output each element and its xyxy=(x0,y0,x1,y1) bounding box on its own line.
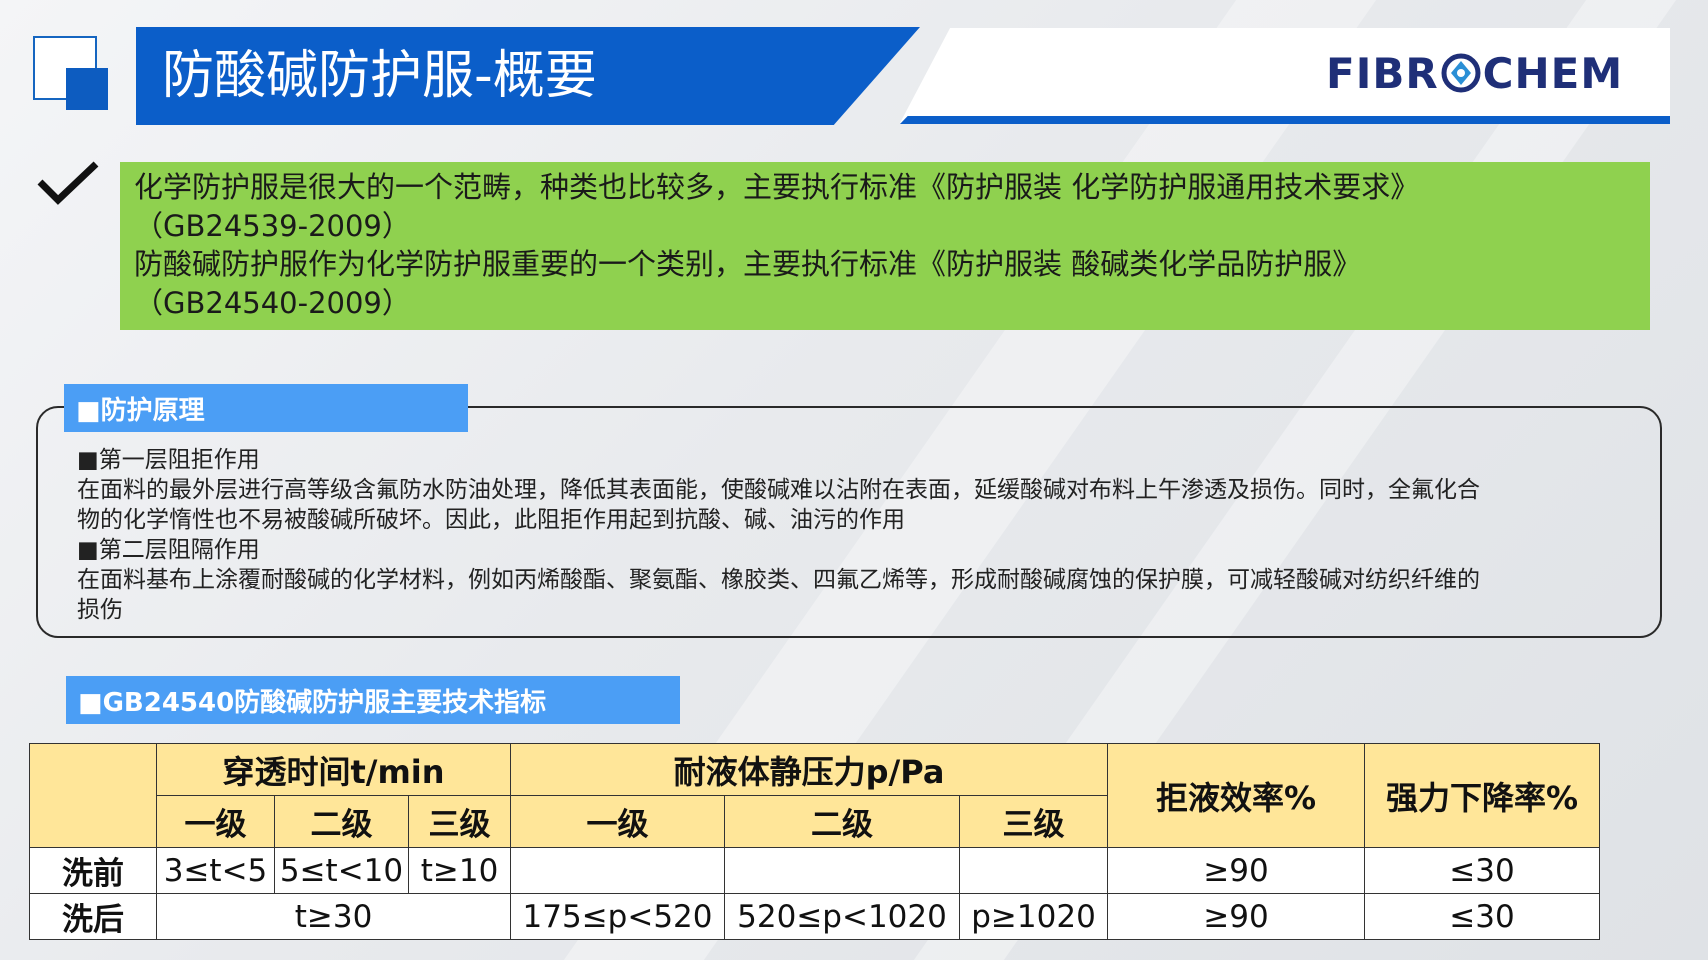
logo-o-emblem-icon xyxy=(1441,53,1481,93)
fibrochem-logo: FIBR CHEM xyxy=(1326,48,1623,98)
cell-strength: ≤30 xyxy=(1364,893,1601,940)
row-label-after-wash: 洗后 xyxy=(29,893,157,940)
principle-paragraph: 损伤 xyxy=(77,597,123,623)
header-pen-level-1: 一级 xyxy=(156,795,275,848)
intro-line: 防酸碱防护服作为化学防护服重要的一个类别，主要执行标准《防护服装 酸碱类化学品防… xyxy=(134,247,1362,281)
principle-paragraph: 物的化学惰性也不易被酸碱所破坏。因此，此阻拒作用起到抗酸、碱、油污的作用 xyxy=(77,507,905,533)
cell-pres-3 xyxy=(959,847,1109,894)
principle-tag: ■防护原理 xyxy=(64,384,468,432)
principle-paragraph: 在面料的最外层进行高等级含氟防水防油处理，降低其表面能，使酸碱难以沾附在表面，延… xyxy=(77,477,1480,503)
header-strength-loss: 强力下降率% xyxy=(1364,743,1601,848)
principle-text: ■第一层阻拒作用 在面料的最外层进行高等级含氟防水防油处理，降低其表面能，使酸碱… xyxy=(77,445,1617,625)
principle-paragraph: 在面料基布上涂覆耐酸碱的化学材料，例如丙烯酸酯、聚氨酯、橡胶类、四氟乙烯等，形成… xyxy=(77,567,1480,593)
spec-table: 穿透时间t/min 耐液体静压力p/Pa 拒液效率% 强力下降率% 一级 二级 … xyxy=(29,743,1601,940)
checkmark-icon xyxy=(37,161,99,205)
header-hydrostatic-pressure: 耐液体静压力p/Pa xyxy=(510,743,1109,796)
header-repellency: 拒液效率% xyxy=(1107,743,1366,848)
cell-pen-3: t≥10 xyxy=(407,847,512,894)
cell-pres-1 xyxy=(510,847,726,894)
cell-strength: ≤30 xyxy=(1364,847,1601,894)
spec-tag: ■GB24540防酸碱防护服主要技术指标 xyxy=(66,676,680,724)
table-row: 洗后 t≥30 175≤p<520 520≤p<1020 p≥1020 ≥90 … xyxy=(29,893,1601,940)
cell-pres-2 xyxy=(724,847,961,894)
table-corner-cell xyxy=(29,743,157,848)
logo-text-left: FIBR xyxy=(1326,48,1439,98)
standards-summary-box: 化学防护服是很大的一个范畴，种类也比较多，主要执行标准《防护服装 化学防护服通用… xyxy=(120,162,1650,330)
logo-text-right: CHEM xyxy=(1482,48,1624,98)
cell-pres-2: 520≤p<1020 xyxy=(724,893,961,940)
table-row: 洗前 3≤t<5 5≤t<10 t≥10 ≥90 ≤30 xyxy=(29,847,1601,894)
cell-pres-3: p≥1020 xyxy=(959,893,1109,940)
header-pres-level-1: 一级 xyxy=(510,795,726,848)
cell-repellency: ≥90 xyxy=(1107,893,1366,940)
header-pres-level-3: 三级 xyxy=(959,795,1109,848)
intro-line: （GB24540-2009） xyxy=(134,285,411,320)
header-pres-level-2: 二级 xyxy=(724,795,961,848)
intro-line: 化学防护服是很大的一个范畴，种类也比较多，主要执行标准《防护服装 化学防护服通用… xyxy=(134,170,1420,204)
header-pen-level-2: 二级 xyxy=(274,795,409,848)
cell-repellency: ≥90 xyxy=(1107,847,1366,894)
principle-subheading: ■第一层阻拒作用 xyxy=(77,447,260,473)
decor-square-fill xyxy=(66,68,108,110)
header-pen-level-3: 三级 xyxy=(407,795,512,848)
cell-pen-all: t≥30 xyxy=(155,893,512,940)
cell-pen-2: 5≤t<10 xyxy=(274,847,409,894)
row-label-before-wash: 洗前 xyxy=(29,847,157,894)
cell-pres-1: 175≤p<520 xyxy=(510,893,726,940)
page-title: 防酸碱防护服-概要 xyxy=(162,46,597,106)
intro-line: （GB24539-2009） xyxy=(134,208,411,243)
logo-underline xyxy=(900,116,1670,124)
principle-subheading: ■第二层阻隔作用 xyxy=(77,537,260,563)
cell-pen-1: 3≤t<5 xyxy=(156,847,275,894)
header-penetration-time: 穿透时间t/min xyxy=(155,743,512,796)
